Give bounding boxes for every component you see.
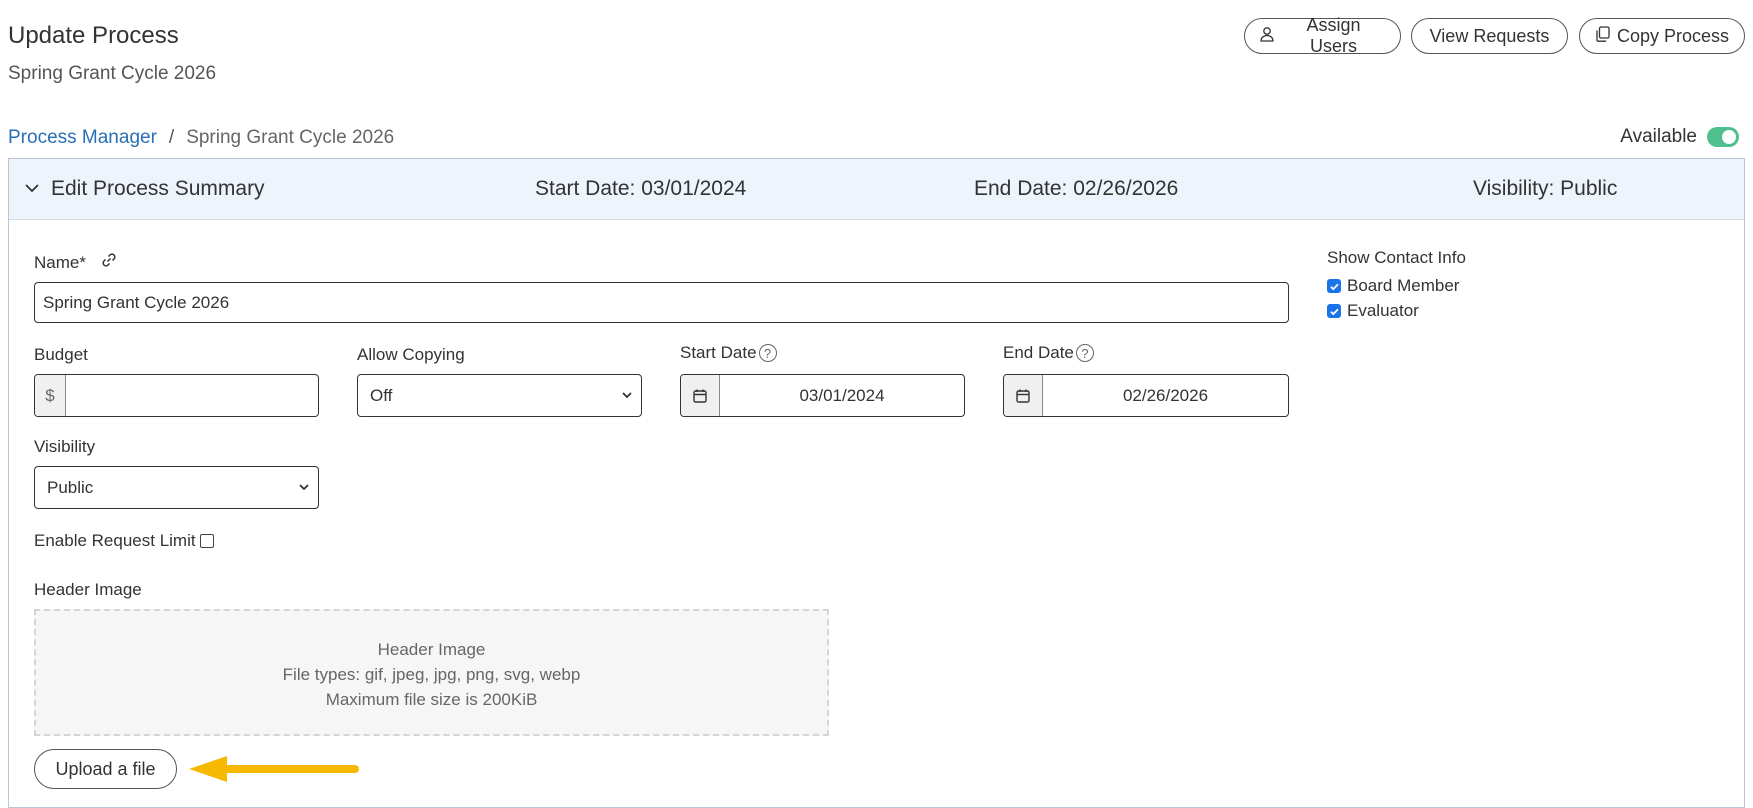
name-label-row: Name*: [34, 251, 118, 274]
allow-copying-value: Off: [370, 385, 393, 405]
copy-icon: [1595, 25, 1611, 47]
page-title: Update Process: [8, 22, 179, 49]
breadcrumb-current: Spring Grant Cycle 2026: [186, 127, 395, 148]
visibility-label: Visibility: [34, 437, 96, 456]
panel-title: Edit Process Summary: [51, 177, 265, 200]
board-member-label: Board Member: [1347, 276, 1460, 295]
available-label: Available: [1620, 126, 1697, 147]
contact-info-title: Show Contact Info: [1327, 248, 1466, 267]
dropzone-file-types: File types: gif, jpeg, jpg, png, svg, we…: [282, 665, 581, 684]
summary-start-date: Start Date: 03/01/2024: [535, 177, 747, 200]
start-date-input[interactable]: 03/01/2024: [720, 386, 964, 406]
request-limit-checkbox[interactable]: [199, 534, 214, 548]
copy-process-label: Copy Process: [1616, 25, 1730, 46]
view-requests-label: View Requests: [1429, 25, 1550, 46]
view-requests-button[interactable]: View Requests: [1411, 18, 1568, 54]
end-date-input[interactable]: 02/26/2026: [1043, 386, 1288, 406]
chevron-down-icon[interactable]: [23, 179, 41, 203]
end-date-field[interactable]: 02/26/2026: [1003, 374, 1289, 417]
currency-prefix: $: [35, 375, 66, 416]
summary-visibility: Visibility: Public: [1473, 177, 1618, 200]
breadcrumb: Process Manager / Spring Grant Cycle 202…: [8, 127, 394, 149]
chevron-down-icon: [298, 478, 310, 498]
budget-field[interactable]: $: [34, 374, 319, 417]
start-date-label-row: Start Date ?: [680, 343, 777, 363]
allow-copying-select[interactable]: Off: [357, 374, 642, 417]
board-member-checkbox[interactable]: [1327, 279, 1341, 293]
evaluator-checkbox[interactable]: [1327, 304, 1341, 318]
contact-option-board-member: Board Member: [1327, 276, 1459, 296]
user-icon: [1259, 26, 1275, 47]
assign-users-button[interactable]: Assign Users: [1244, 15, 1401, 56]
header-image-dropzone[interactable]: Header Image File types: gif, jpeg, jpg,…: [34, 609, 829, 736]
allow-copying-label: Allow Copying: [357, 345, 465, 364]
panel-header[interactable]: Edit Process Summary Start Date: 03/01/2…: [9, 159, 1744, 220]
contact-option-evaluator: Evaluator: [1327, 301, 1419, 321]
help-icon[interactable]: ?: [1075, 344, 1094, 362]
breadcrumb-separator: /: [168, 127, 175, 148]
end-date-label-row: End Date ?: [1003, 343, 1094, 363]
evaluator-label: Evaluator: [1347, 301, 1419, 320]
chevron-down-icon: [621, 386, 633, 406]
dropzone-title: Header Image: [377, 640, 486, 659]
request-limit-label: Enable Request Limit: [34, 531, 196, 550]
process-summary-panel: Edit Process Summary Start Date: 03/01/2…: [8, 158, 1745, 808]
summary-end-date: End Date: 02/26/2026: [974, 177, 1179, 200]
start-date-field[interactable]: 03/01/2024: [680, 374, 965, 417]
calendar-icon[interactable]: [1004, 375, 1043, 416]
name-input[interactable]: Spring Grant Cycle 2026: [34, 282, 1289, 323]
help-icon[interactable]: ?: [758, 344, 777, 362]
page-subtitle: Spring Grant Cycle 2026: [8, 63, 217, 84]
name-label: Name*: [34, 252, 86, 272]
assign-users-label: Assign Users: [1306, 15, 1361, 56]
dropzone-max-size: Maximum file size is 200KiB: [325, 690, 538, 709]
availability: Available: [1620, 126, 1739, 148]
visibility-value: Public: [47, 477, 94, 497]
available-toggle[interactable]: [1707, 127, 1739, 147]
request-limit-row: Enable Request Limit: [34, 531, 214, 551]
link-icon[interactable]: [100, 251, 118, 274]
visibility-select[interactable]: Public: [34, 466, 319, 509]
calendar-icon[interactable]: [681, 375, 720, 416]
breadcrumb-process-manager[interactable]: Process Manager: [8, 127, 157, 149]
start-date-label: Start Date: [680, 343, 757, 362]
arrow-annotation-icon: [189, 756, 359, 782]
end-date-label: End Date: [1003, 343, 1074, 362]
upload-file-button[interactable]: Upload a file: [34, 749, 177, 789]
copy-process-button[interactable]: Copy Process: [1579, 18, 1745, 54]
budget-label: Budget: [34, 345, 88, 364]
header-image-label: Header Image: [34, 580, 142, 599]
